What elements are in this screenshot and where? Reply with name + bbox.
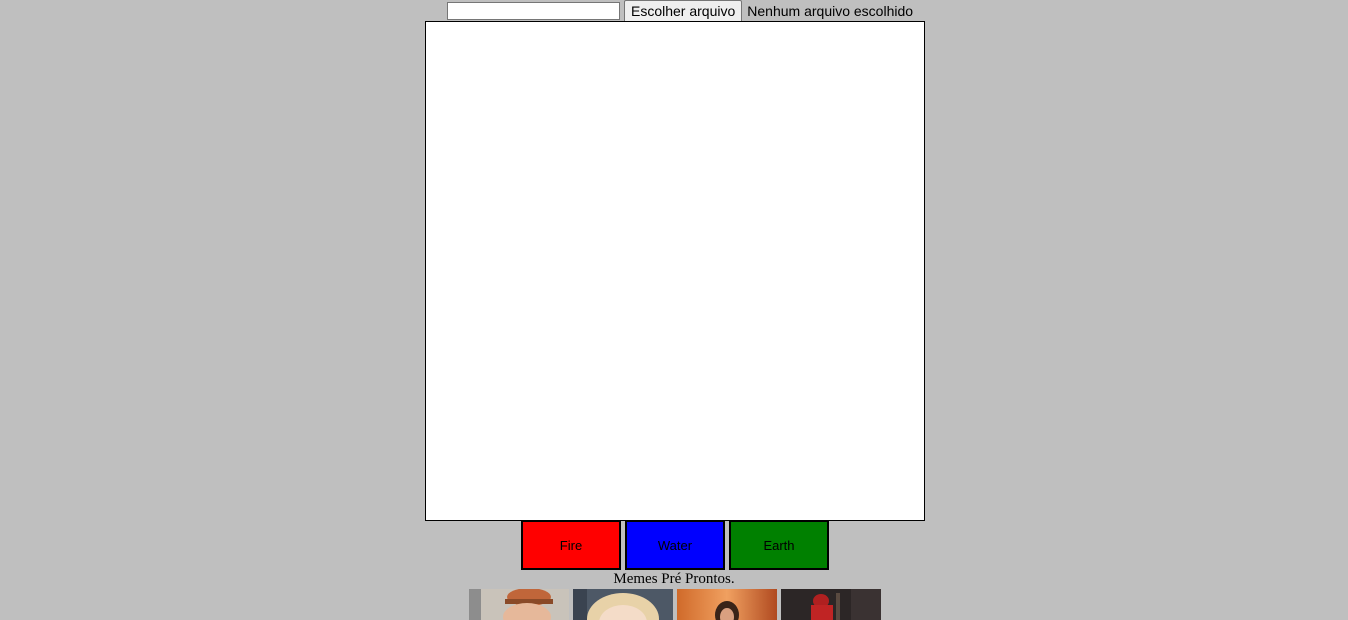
file-picker-row: Escolher arquivo Nenhum arquivo escolhid… [447,0,914,23]
text-input[interactable] [447,2,620,20]
memes-caption: Memes Pré Prontos. [613,571,735,587]
meme-thumbnail-3[interactable] [677,589,777,620]
file-status-label: Nenhum arquivo escolhido [747,3,914,19]
meme-thumbnail-1[interactable] [469,589,569,620]
fire-button[interactable]: Fire [521,520,621,570]
meme-thumbnails [469,589,881,620]
drawing-canvas[interactable] [425,21,925,521]
meme-thumbnail-4[interactable] [781,589,881,620]
element-button-row: Fire Water Earth [521,520,829,570]
water-button[interactable]: Water [625,520,725,570]
meme-image-4 [781,589,881,620]
choose-file-button[interactable]: Escolher arquivo [624,0,743,23]
page: Escolher arquivo Nenhum arquivo escolhid… [0,0,1348,620]
meme-thumbnail-2[interactable] [573,589,673,620]
meme-image-1 [469,589,569,620]
meme-image-2 [573,589,673,620]
meme-image-3 [677,589,777,620]
earth-button[interactable]: Earth [729,520,829,570]
